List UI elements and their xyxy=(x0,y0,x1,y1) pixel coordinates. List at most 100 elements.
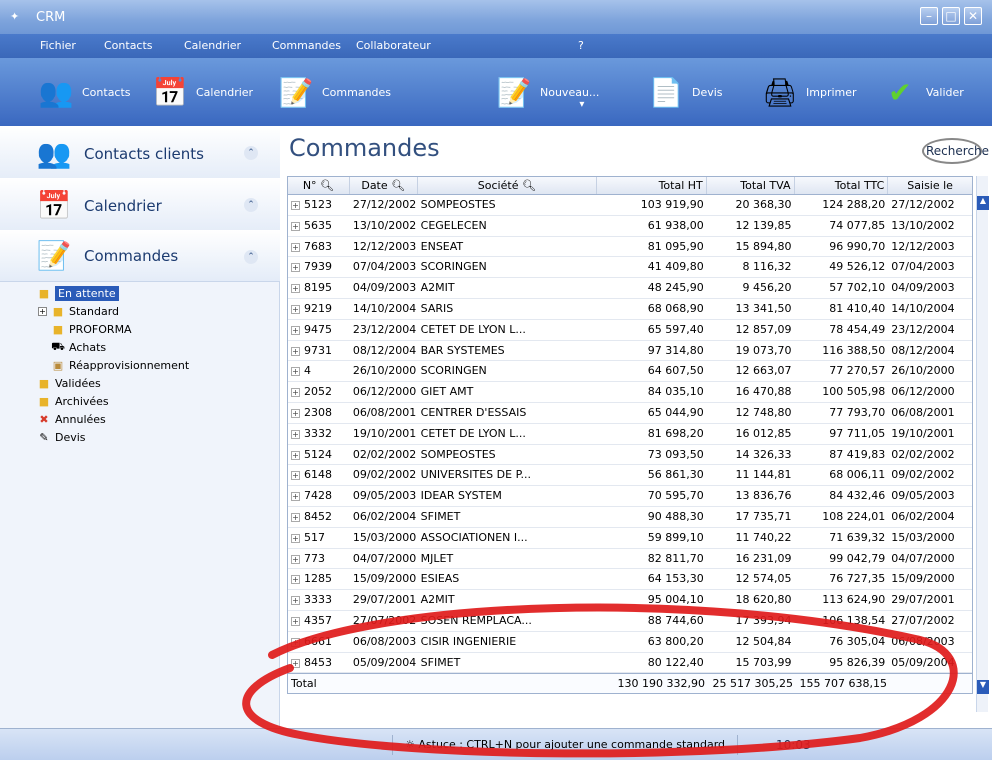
minimize-button[interactable]: – xyxy=(920,7,938,25)
menu-calendrier[interactable]: Calendrier xyxy=(184,39,241,52)
expand-row-icon[interactable]: + xyxy=(291,492,300,502)
menu-fichier[interactable]: Fichier xyxy=(40,39,76,52)
expand-row-icon[interactable]: + xyxy=(291,512,300,522)
expand-row-icon[interactable]: + xyxy=(291,533,300,543)
table-row[interactable]: +8195 04/09/2003 A2MIT 48 245,90 9 456,20 57 … xyxy=(288,278,972,299)
expand-row-icon[interactable]: + xyxy=(291,554,300,564)
table-row[interactable]: +5635 13/10/2002 CEGELECEN 61 938,00 12 139,… xyxy=(288,216,972,237)
table-row[interactable]: +7428 09/05/2003 IDEAR SYSTEM 70 595,70 13 8… xyxy=(288,486,972,507)
toolbar-contacts-button[interactable]: 👥 Contacts xyxy=(36,64,131,120)
table-row[interactable]: +9475 23/12/2004 CETET DE LYON L... 65 597,… xyxy=(288,320,972,341)
column-header-numero[interactable]: N° 🔍︎ xyxy=(288,177,350,194)
menu-help[interactable]: ? xyxy=(578,39,584,52)
cell-saisie: 09/02/2002 xyxy=(891,468,955,482)
expand-row-icon[interactable]: + xyxy=(291,637,300,647)
toolbar-valider-button[interactable]: ✔ Valider xyxy=(880,64,964,120)
table-row[interactable]: +5124 02/02/2002 SOMPEOSTES 73 093,50 14 326… xyxy=(288,445,972,466)
table-row[interactable]: +9731 08/12/2004 BAR SYSTEMES 97 314,80 19 0… xyxy=(288,341,972,362)
expand-row-icon[interactable]: + xyxy=(291,263,300,273)
expand-row-icon[interactable]: + xyxy=(291,346,300,356)
vertical-scrollbar[interactable]: ▲ ▼ xyxy=(976,176,989,712)
sidebar-section-calendrier[interactable]: 📅 Calendrier ⌃ xyxy=(0,178,280,234)
table-row[interactable]: +6661 06/08/2003 CISIR INGENIERIE 63 800,20… xyxy=(288,632,972,653)
tree-item-reapprovisionnement[interactable]: ▣ Réapprovisionnement xyxy=(38,356,268,374)
dropdown-arrow-icon[interactable]: ▾ xyxy=(579,99,584,110)
sidebar-section-commandes[interactable]: 📝 Commandes ⌃ xyxy=(0,230,280,282)
toolbar-nouveau-button[interactable]: 📝 Nouveau... ▾ xyxy=(494,64,600,120)
tree-item-devis[interactable]: ✎ Devis xyxy=(36,428,268,446)
table-row[interactable]: +3333 29/07/2001 A2MIT 95 004,10 18 620,80 11… xyxy=(288,590,972,611)
cell-societe: ASSOCIATIONEN I... xyxy=(420,530,528,544)
table-row[interactable]: +8452 06/02/2004 SFIMET 90 488,30 17 735,71 1… xyxy=(288,507,972,528)
sidebar-section-contacts[interactable]: 👥 Contacts clients ⌃ xyxy=(0,126,280,182)
table-row[interactable]: +4 26/10/2000 SCORINGEN 64 607,50 12 663,07 7… xyxy=(288,361,972,383)
filter-icon[interactable]: 🔍︎ xyxy=(522,179,536,192)
tree-item-standard[interactable]: + ■ Standard xyxy=(38,302,268,320)
expand-row-icon[interactable]: + xyxy=(291,221,300,231)
cell-total-ht: 90 488,30 xyxy=(647,509,704,523)
column-header-total-tva[interactable]: Total TVA xyxy=(707,177,795,194)
expand-row-icon[interactable]: + xyxy=(291,388,300,398)
table-row[interactable]: +3332 19/10/2001 CETET DE LYON L... 81 698,… xyxy=(288,424,972,445)
column-header-total-ht[interactable]: Total HT xyxy=(597,177,707,194)
collapse-icon[interactable]: ⌃ xyxy=(244,146,258,160)
tree-item-archivees[interactable]: ■ Archivées xyxy=(36,392,268,410)
table-row[interactable]: +517 15/03/2000 ASSOCIATIONEN I... 59 899,1… xyxy=(288,528,972,549)
toolbar-commandes-button[interactable]: 📝 Commandes xyxy=(276,64,391,120)
table-row[interactable]: +7939 07/04/2003 SCORINGEN 41 409,80 8 116,3… xyxy=(288,257,972,279)
filter-icon[interactable]: 🔍︎ xyxy=(391,179,405,192)
expand-row-icon[interactable]: + xyxy=(291,408,300,418)
expand-row-icon[interactable]: + xyxy=(291,596,300,606)
cell-total-ht: 64 607,50 xyxy=(647,364,704,378)
scroll-up-icon[interactable]: ▲ xyxy=(977,196,989,210)
search-button[interactable]: Recherche xyxy=(922,138,989,164)
toolbar-imprimer-button[interactable]: 🖨 Imprimer xyxy=(760,64,856,120)
expand-row-icon[interactable]: + xyxy=(291,658,300,668)
table-row[interactable]: +7683 12/12/2003 ENSEAT 81 095,90 15 894,80 9… xyxy=(288,237,972,258)
cell-total-ttc: 68 006,11 xyxy=(829,468,886,482)
filter-icon[interactable]: 🔍︎ xyxy=(320,179,334,192)
expand-icon[interactable]: + xyxy=(38,306,47,316)
expand-row-icon[interactable]: + xyxy=(291,242,300,252)
expand-row-icon[interactable]: + xyxy=(291,450,300,460)
maximize-button[interactable]: □ xyxy=(942,7,960,25)
column-header-date[interactable]: Date 🔍︎ xyxy=(350,177,418,194)
close-button[interactable]: ✕ xyxy=(964,7,982,25)
expand-row-icon[interactable]: + xyxy=(291,471,300,481)
table-row[interactable]: +773 04/07/2000 MJLET 82 811,70 16 231,09 99 … xyxy=(288,549,972,570)
tree-item-annulees[interactable]: ✖ Annulées xyxy=(36,410,268,428)
cell-saisie: 07/04/2003 xyxy=(891,260,955,274)
table-row[interactable]: +2308 06/08/2001 CENTRER D'ESSAIS 65 044,90… xyxy=(288,403,972,424)
toolbar-calendrier-button[interactable]: 📅 Calendrier xyxy=(150,64,254,120)
expand-row-icon[interactable]: + xyxy=(291,284,300,294)
table-row[interactable]: +8453 05/09/2004 SFIMET 80 122,40 15 703,99 9… xyxy=(288,653,972,674)
expand-row-icon[interactable]: + xyxy=(291,367,300,377)
menu-contacts[interactable]: Contacts xyxy=(104,39,153,52)
collapse-icon[interactable]: ⌃ xyxy=(244,250,258,264)
tree-item-proforma[interactable]: ■ PROFORMA xyxy=(38,320,268,338)
table-row[interactable]: +4357 27/07/2002 SOSEN REMPLACA... 88 744,6… xyxy=(288,611,972,632)
expand-row-icon[interactable]: + xyxy=(291,575,300,585)
column-header-saisie[interactable]: Saisie le xyxy=(888,177,972,194)
expand-row-icon[interactable]: + xyxy=(291,201,300,210)
tree-item-achats[interactable]: ⛟ Achats xyxy=(38,338,268,356)
table-row[interactable]: +9219 14/10/2004 SARIS 68 068,90 13 341,50 81… xyxy=(288,299,972,320)
table-row[interactable]: +1285 15/09/2000 ESIEAS 64 153,30 12 574,05 7… xyxy=(288,569,972,591)
expand-row-icon[interactable]: + xyxy=(291,429,300,439)
scroll-down-icon[interactable]: ▼ xyxy=(977,680,989,694)
table-row[interactable]: +2052 06/12/2000 GIET AMT 84 035,10 16 470,8… xyxy=(288,382,972,403)
tree-item-en-attente[interactable]: ■ En attente xyxy=(36,284,268,302)
menu-commandes[interactable]: Commandes xyxy=(272,39,341,52)
expand-row-icon[interactable]: + xyxy=(291,304,300,314)
expand-row-icon[interactable]: + xyxy=(291,616,300,626)
expand-row-icon[interactable]: + xyxy=(291,325,300,335)
collapse-icon[interactable]: ⌃ xyxy=(244,198,258,212)
orders-tree: ■ En attente + ■ Standard ■ PROFORMA ⛟ A… xyxy=(38,284,268,446)
column-header-societe[interactable]: Société 🔍︎ xyxy=(418,177,598,194)
tree-item-validees[interactable]: ■ Validées xyxy=(36,374,268,392)
table-row[interactable]: +5123 27/12/2002 SOMPEOSTES 103 919,90 20 36… xyxy=(288,195,972,216)
menu-collaborateur[interactable]: Collaborateur xyxy=(356,39,431,52)
toolbar-devis-button[interactable]: 📄 Devis xyxy=(646,64,723,120)
table-row[interactable]: +6148 09/02/2002 UNIVERSITES DE P... 56 861… xyxy=(288,465,972,487)
column-header-total-ttc[interactable]: Total TTC xyxy=(795,177,889,194)
